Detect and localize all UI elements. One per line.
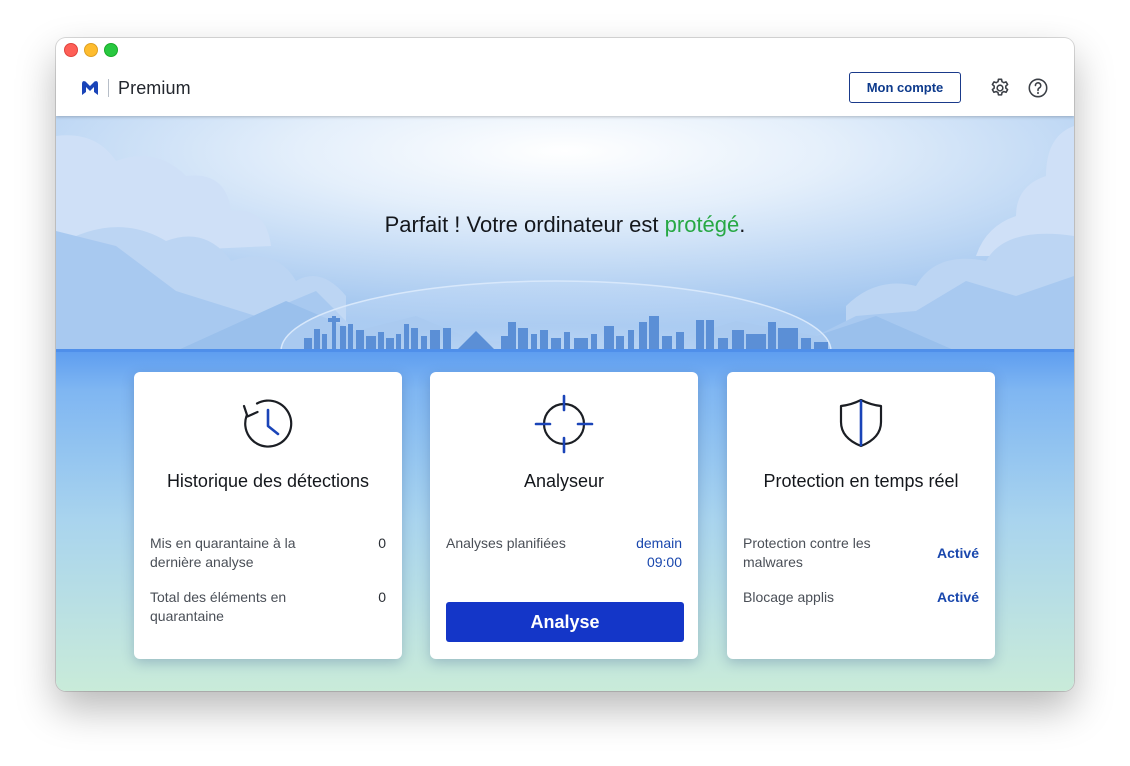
row-value: 0 [378, 535, 386, 551]
icon-wrap [727, 394, 995, 454]
scan-button[interactable]: Analyse [446, 602, 684, 642]
app-window: Premium Mon compte Parfait ! Votre ordin… [56, 38, 1074, 691]
card-title: Protection en temps réel [763, 471, 959, 491]
malware-protection-status[interactable]: Activé [937, 544, 979, 563]
card-title: Analyseur [523, 471, 605, 491]
realtime-protection-card[interactable]: Protection en temps réel Protection cont… [727, 372, 995, 659]
malwarebytes-logo-icon [82, 81, 98, 95]
total-quarantined-row: Total des éléments en quarantaine 0 [150, 588, 386, 626]
scheduled-scan-time[interactable]: demain 09:00 [622, 534, 682, 572]
close-window-button[interactable] [64, 43, 78, 57]
zoom-window-button[interactable] [104, 43, 118, 57]
protected-status: protégé [664, 212, 740, 237]
scheduled-scans-row[interactable]: Analyses planifiées demain 09:00 [446, 534, 682, 572]
title-bar: Premium Mon compte [56, 38, 1074, 116]
protection-status-headline: Parfait ! Votre ordinateur est protégé. [56, 212, 1074, 238]
row-label: Protection contre les malwares [743, 535, 871, 570]
crosshair-icon [534, 394, 594, 454]
malware-protection-row[interactable]: Protection contre les malwares Activé [743, 534, 979, 572]
minimize-window-button[interactable] [84, 43, 98, 57]
app-blocking-status[interactable]: Activé [937, 588, 979, 607]
quarantined-last-scan-row: Mis en quarantaine à la dernière analyse… [150, 534, 386, 572]
brand-separator [108, 79, 109, 97]
app-blocking-row[interactable]: Blocage applis Activé [743, 588, 979, 607]
shield-icon [839, 398, 883, 448]
my-account-button[interactable]: Mon compte [849, 72, 961, 103]
row-label: Blocage applis [743, 589, 835, 605]
scanner-card[interactable]: Analyseur Analyses planifiées demain 09:… [430, 372, 698, 659]
row-value: 0 [378, 589, 386, 605]
brand: Premium [80, 76, 191, 100]
headline-suffix: . [739, 212, 746, 237]
card-title: Historique des détections [166, 471, 370, 491]
status-hero: Parfait ! Votre ordinateur est protégé. … [56, 116, 1074, 691]
history-clock-icon [242, 399, 293, 448]
icon-wrap [134, 394, 402, 454]
app-name: Premium [118, 77, 191, 98]
row-label: Total des éléments en quarantaine [150, 589, 287, 624]
headline-prefix: Parfait ! Votre ordinateur est [384, 212, 665, 237]
row-label: Mis en quarantaine à la dernière analyse [150, 535, 296, 570]
row-label: Analyses planifiées [446, 535, 566, 551]
icon-wrap [430, 394, 698, 454]
gear-icon[interactable] [989, 77, 1011, 99]
detection-history-card[interactable]: Historique des détections Mis en quarant… [134, 372, 402, 659]
help-icon[interactable] [1027, 77, 1049, 99]
